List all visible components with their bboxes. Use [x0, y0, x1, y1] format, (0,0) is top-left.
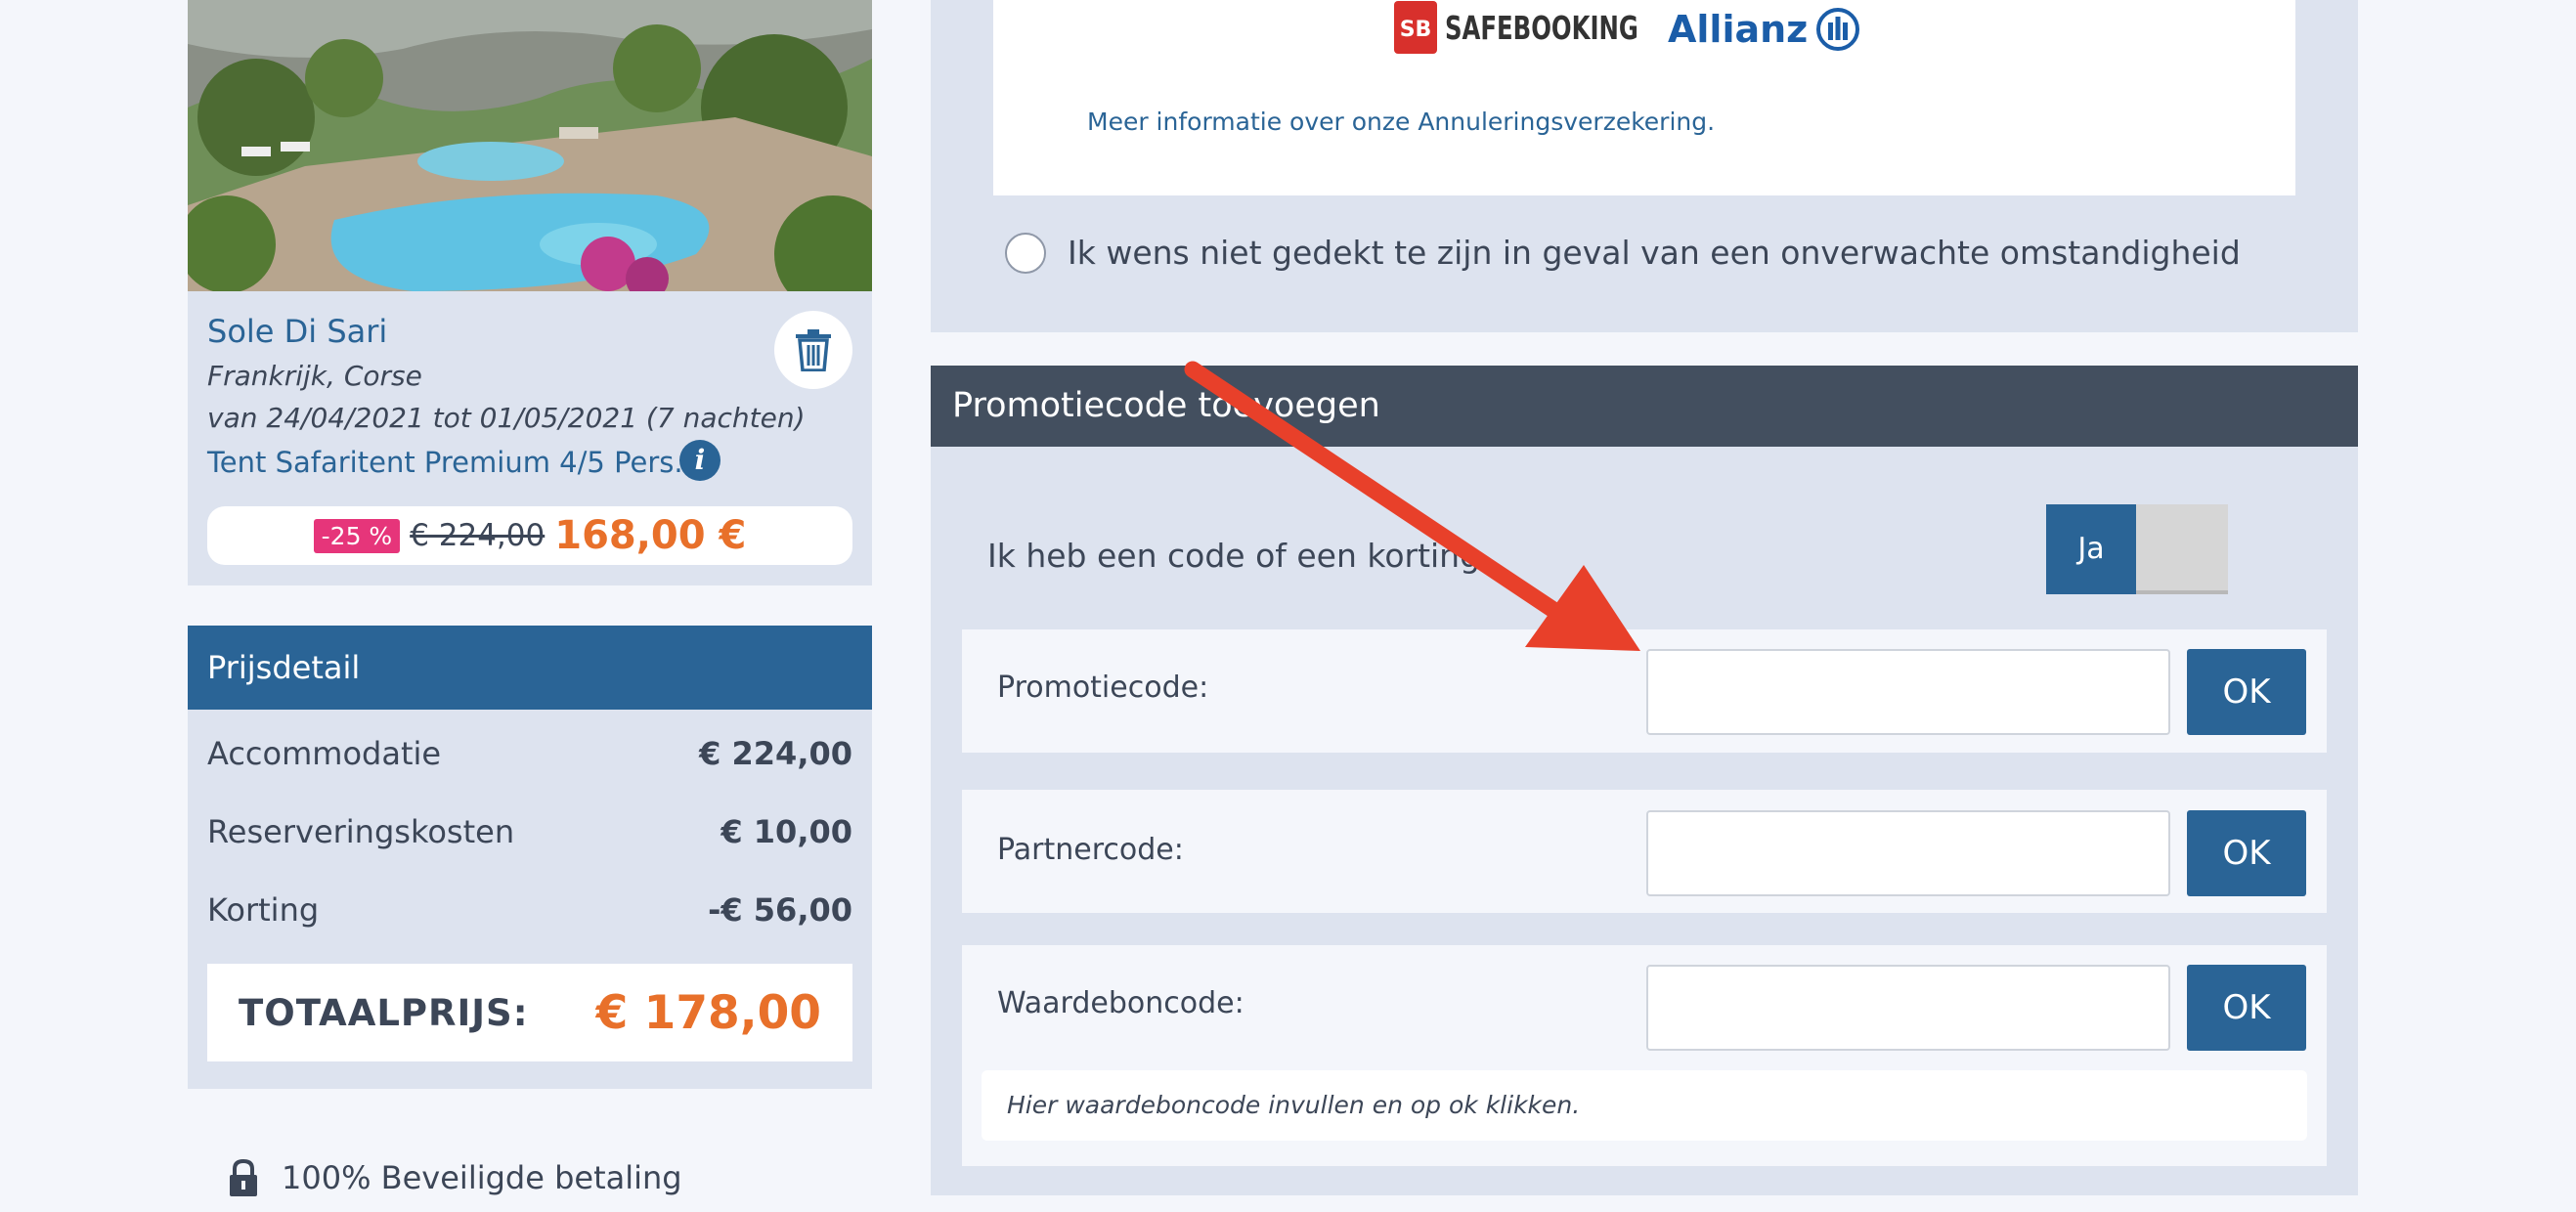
price-row-label: Korting: [207, 891, 320, 929]
price-row: Accommodatie € 224,00: [207, 729, 852, 778]
decline-insurance-radio[interactable]: [1005, 233, 1046, 274]
secure-payment-label: 100% Beveiligde betaling: [282, 1159, 682, 1196]
promotion-code-input[interactable]: [1646, 649, 2170, 735]
price-row-amount: € 10,00: [720, 813, 852, 850]
price-row: Korting -€ 56,00: [207, 886, 852, 934]
partner-code-input[interactable]: [1646, 810, 2170, 896]
price-row-label: Accommodatie: [207, 735, 442, 772]
trash-icon: [796, 329, 831, 371]
lock-icon: [230, 1158, 257, 1196]
voucher-hint: Hier waardeboncode invullen en op ok kli…: [982, 1070, 2307, 1141]
secure-payment: 100% Beveiligde betaling: [227, 1156, 682, 1199]
voucher-code-row: Waardeboncode: OK Hier waardeboncode inv…: [962, 945, 2327, 1166]
price-row-amount: € 224,00: [699, 735, 852, 772]
allianz-logo: Allianz: [1668, 0, 1860, 59]
price-pill: -25 % € 224,00 168,00 €: [207, 506, 852, 565]
safebooking-logo: SB SAFEBOOKING: [1394, 0, 1681, 55]
promo-panel: Ik heb een code of een korting Ja Promot…: [931, 447, 2358, 1195]
insurance-panel: SB SAFEBOOKING Allianz Meer informatie o…: [931, 0, 2358, 332]
campsite-photo: [188, 0, 872, 291]
total-box: TOTAALPRIJS: € 178,00: [207, 964, 852, 1061]
stay-location: Frankrijk, Corse: [207, 360, 422, 392]
promo-toggle-yes[interactable]: Ja: [2046, 504, 2136, 594]
voucher-code-input[interactable]: [1646, 965, 2170, 1051]
old-price: € 224,00: [410, 518, 546, 553]
total-amount: € 178,00: [595, 985, 821, 1040]
partner-code-row: Partnercode: OK: [962, 790, 2327, 913]
promo-toggle-label: Ik heb een code of een korting: [987, 537, 1481, 575]
allianz-text: Allianz: [1668, 8, 1809, 51]
decline-insurance-label[interactable]: Ik wens niet gedekt te zijn in geval van…: [1068, 233, 2241, 274]
discount-badge: -25 %: [313, 518, 401, 553]
new-price: 168,00 €: [554, 513, 747, 558]
allianz-eagle-icon: [1816, 8, 1860, 51]
partner-code-ok-button[interactable]: OK: [2187, 810, 2306, 896]
price-row-label: Reserveringskosten: [207, 813, 515, 850]
promotion-code-ok-button[interactable]: OK: [2187, 649, 2306, 735]
promotion-code-row: Promotiecode: OK: [962, 629, 2327, 753]
safebooking-badge: SB: [1394, 1, 1437, 54]
info-icon[interactable]: i: [679, 440, 720, 481]
voucher-code-ok-button[interactable]: OK: [2187, 965, 2306, 1051]
stay-name[interactable]: Sole Di Sari: [207, 313, 387, 350]
stay-card: Sole Di Sari Frankrijk, Corse van 24/04/…: [188, 291, 872, 585]
price-row: Reserveringskosten € 10,00: [207, 807, 852, 856]
promotion-code-label: Promotiecode:: [997, 671, 1209, 705]
remove-stay-button[interactable]: [774, 311, 852, 389]
price-detail-body: Accommodatie € 224,00 Reserveringskosten…: [188, 710, 872, 1089]
price-row-amount: -€ 56,00: [708, 891, 852, 929]
safebooking-text: SAFEBOOKING: [1445, 8, 1638, 47]
stay-dates: van 24/04/2021 tot 01/05/2021 (7 nachten…: [207, 402, 806, 434]
voucher-code-label: Waardeboncode:: [997, 986, 1244, 1020]
partner-code-label: Partnercode:: [997, 833, 1184, 867]
total-label: TOTAALPRIJS:: [239, 991, 529, 1034]
campsite-pool-photo: [188, 0, 872, 291]
promo-title: Promotiecode toevoegen: [931, 366, 2358, 447]
promo-toggle[interactable]: Ja: [2046, 504, 2228, 594]
stay-unit-link[interactable]: Tent Safaritent Premium 4/5 Pers.: [207, 446, 683, 479]
insurance-box: SB SAFEBOOKING Allianz Meer informatie o…: [993, 0, 2295, 195]
insurance-info-link[interactable]: Meer informatie over onze Annuleringsver…: [1087, 108, 1715, 136]
price-detail-title: Prijsdetail: [188, 626, 872, 710]
